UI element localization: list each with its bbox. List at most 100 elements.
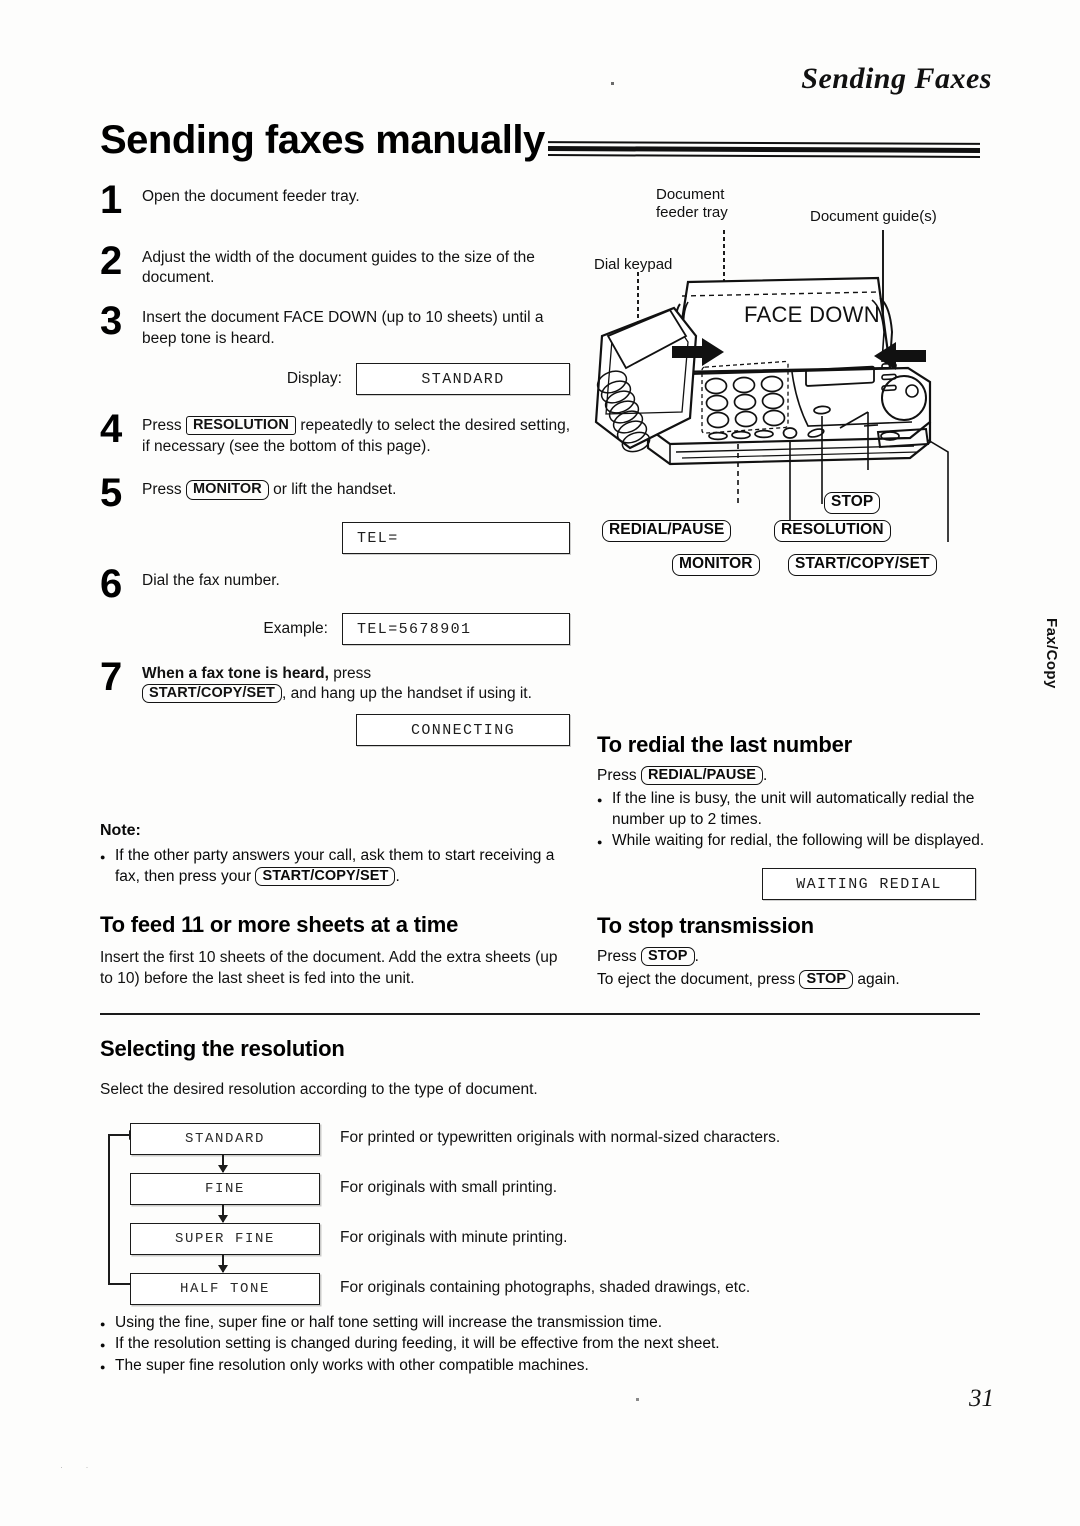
btn-tag-redial-pause[interactable]: REDIAL/PAUSE: [602, 520, 732, 542]
flow-desc-half-tone: For originals containing photographs, sh…: [340, 1278, 751, 1296]
header-speck: [611, 82, 614, 85]
step-text: Press RESOLUTION repeatedly to select th…: [142, 411, 570, 457]
flow-desc-fine: For originals with small printing.: [340, 1178, 558, 1196]
callout-line-1: Document: [656, 186, 725, 203]
note-list: If the other party answers your call, as…: [100, 846, 560, 888]
step-5: 5 Press MONITOR or lift the handset.: [100, 471, 570, 516]
start-copy-set-key[interactable]: START/COPY/SET: [142, 684, 283, 704]
feed-sheets-body: Insert the first 10 sheets of the docume…: [100, 949, 558, 987]
step-6: 6 Dial the fax number.: [100, 562, 570, 607]
monitor-key[interactable]: MONITOR: [185, 480, 269, 500]
flow-box-half-tone: HALF TONE: [130, 1272, 320, 1305]
list-item: If the line is busy, the unit will autom…: [597, 789, 987, 830]
flow-box-fine: FINE: [130, 1172, 320, 1205]
stop-key[interactable]: STOP: [640, 947, 695, 967]
feed-sheets-section: To feed 11 or more sheets at a time Inse…: [100, 912, 560, 989]
start-copy-set-key[interactable]: START/COPY/SET: [255, 866, 396, 886]
fax-machine-illustration: Document feeder tray Document guide(s) D…: [578, 186, 990, 596]
step-text: When a fax tone is heard, press START/CO…: [142, 659, 570, 704]
flow-arrow-1: [218, 1154, 228, 1173]
display-row-tel: TEL=: [100, 522, 570, 555]
step-number: 2: [100, 238, 123, 283]
page-title: Sending faxes manually: [100, 118, 545, 162]
flow-loop-vertical: [108, 1134, 110, 1285]
flow-arrow-2: [218, 1204, 228, 1223]
flow-loop-bottom: [108, 1282, 132, 1285]
btn-tag-monitor[interactable]: MONITOR: [672, 554, 760, 576]
manual-page: Sending Faxes Sending faxes manually 1 O…: [0, 0, 1080, 1526]
step-number: 3: [100, 299, 123, 344]
flow-desc-standard: For printed or typewritten originals wit…: [340, 1128, 781, 1146]
display-row-example: Example: TEL=5678901: [100, 613, 570, 646]
resolution-bullets: Using the fine, super fine or half tone …: [100, 1313, 980, 1378]
lcd-tel: TEL=: [342, 522, 570, 555]
label-face-down: FACE DOWN: [744, 302, 880, 327]
footer-speck: [636, 1398, 639, 1401]
lcd-standard: STANDARD: [356, 363, 570, 396]
flow-box-super-fine: SUPER FINE: [130, 1222, 320, 1255]
list-item: Using the fine, super fine or half tone …: [100, 1313, 980, 1335]
step-text: Dial the fax number.: [142, 572, 280, 590]
redial-section: To redial the last number Press REDIAL/P…: [597, 732, 987, 853]
stop-eject-post: again.: [857, 971, 900, 989]
step-5-pre: Press: [142, 481, 182, 499]
stop-press-line: Press STOP.: [597, 947, 987, 967]
section-divider: [100, 1013, 980, 1015]
step-4-pre: Press: [142, 417, 182, 435]
stop-press-pre: Press: [597, 948, 637, 965]
step-text: Insert the document FACE DOWN (up to 10 …: [142, 309, 544, 347]
side-tab-fax-copy: Fax/Copy: [1043, 618, 1060, 689]
stop-key[interactable]: STOP: [799, 970, 854, 990]
step-number: 6: [100, 562, 123, 607]
title-rule: [547, 141, 981, 158]
resolution-key[interactable]: RESOLUTION: [185, 416, 296, 436]
step-1: 1 Open the document feeder tray.: [100, 178, 570, 222]
redial-bullets: If the line is busy, the unit will autom…: [597, 789, 987, 853]
display-row-connecting: CONNECTING: [100, 714, 570, 747]
flow-desc-super-fine: For originals with minute printing.: [340, 1228, 568, 1246]
resolution-flow-diagram: STANDARD For printed or typewritten orig…: [100, 1122, 980, 1305]
step-3: 3 Insert the document FACE DOWN (up to 1…: [100, 299, 570, 349]
callout-document-guides: Document guide(s): [810, 208, 937, 225]
step-number: 1: [100, 178, 123, 222]
page-number: 31: [969, 1385, 994, 1412]
step-text: Open the document feeder tray.: [142, 188, 360, 205]
lcd-example-tel: TEL=5678901: [342, 613, 570, 646]
list-item: The super fine resolution only works wit…: [100, 1356, 980, 1378]
step-number: 5: [100, 471, 123, 516]
step-text: Press MONITOR or lift the handset.: [142, 475, 570, 501]
procedure-steps: 1 Open the document feeder tray. 2 Adjus…: [100, 178, 570, 750]
redial-press-pre: Press: [597, 767, 637, 784]
lcd-connecting: CONNECTING: [356, 714, 570, 747]
lcd-waiting-redial: WAITING REDIAL: [762, 868, 976, 900]
redial-heading: To redial the last number: [597, 732, 852, 757]
resolution-section: Selecting the resolution Select the desi…: [100, 1036, 980, 1377]
display-label: Display:: [286, 370, 342, 388]
btn-tag-resolution[interactable]: RESOLUTION: [774, 520, 891, 542]
stop-eject-line: To eject the document, press STOP again.: [597, 970, 987, 990]
btn-tag-stop[interactable]: STOP: [824, 492, 881, 514]
redial-pause-key[interactable]: REDIAL/PAUSE: [640, 766, 764, 786]
feed-sheets-heading: To feed 11 or more sheets at a time: [100, 912, 459, 937]
step-2: 2 Adjust the width of the document guide…: [100, 238, 570, 289]
example-label: Example:: [263, 620, 328, 638]
redial-press-post: .: [763, 767, 768, 784]
step-7: 7 When a fax tone is heard, press START/…: [100, 657, 570, 704]
flow-box-standard: STANDARD: [130, 1122, 320, 1155]
note-item: If the other party answers your call, as…: [100, 846, 560, 887]
step-text: Adjust the width of the document guides …: [142, 248, 535, 287]
stop-eject-pre: To eject the document, press: [597, 971, 796, 989]
display-row-standard: Display: STANDARD: [100, 363, 570, 396]
step-7-post: , and hang up the handset if using it.: [282, 685, 532, 703]
flow-arrow-3: [218, 1254, 228, 1273]
step-7-bold: When a fax tone is heard,: [142, 665, 329, 683]
note-post: .: [395, 867, 400, 885]
callout-dial-keypad: Dial keypad: [594, 256, 673, 273]
step-7-pre: press: [333, 665, 372, 683]
resolution-intro: Select the desired resolution according …: [100, 1081, 538, 1098]
callout-line-2: feeder tray: [656, 204, 728, 221]
scan-specks: · ·: [60, 1462, 99, 1472]
resolution-heading: Selecting the resolution: [100, 1036, 345, 1061]
note-heading: Note:: [100, 822, 141, 839]
btn-tag-start-copy-set[interactable]: START/COPY/SET: [788, 554, 937, 576]
